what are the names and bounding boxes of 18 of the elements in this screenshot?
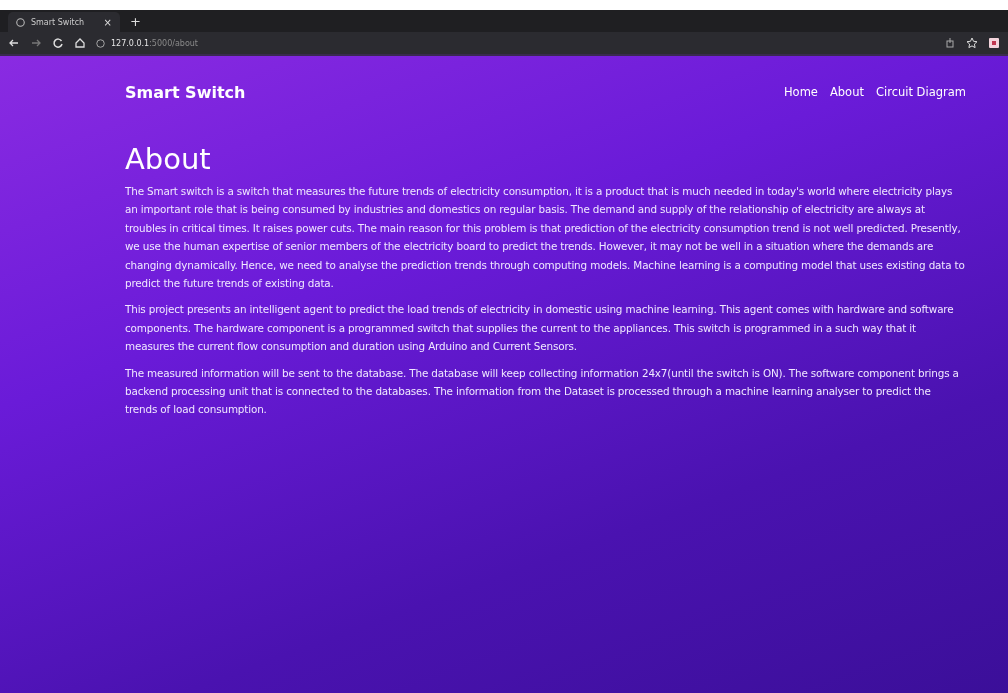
page-heading: About [125,142,212,176]
extension-icon[interactable] [988,37,1000,49]
paragraph: The Smart switch is a switch that measures the future trends of electricity consumption, it is a product that is much needed in today's world where electricity plays an important role that is being consumed by industries and domestics on regular basis. The demand and supply of the relationship of electricity are always at troubles in critical times. It raises power cuts. The main reason for this problem is that prediction of the electricity consumption trend is not well predicted. Presently, we use the human expertise of senior members of the electricity board to predict the trends. However, it may not be well in a situation where the demands are changing dynamically. Hence, we need to analyse the prediction trends through computing models. Machine learning is a computing model that uses existing data to predict the future trends of existing data. [125,184,966,292]
star-icon[interactable] [966,37,978,49]
paragraph: The measured information will be sent to the database. The database will keep collecting information 24x7(until the switch is ON). The software component brings a backend processing unit that is connected to the databases. The information from the Dataset is processed through a machine learning analyser to predict the trends of load consumption. [125,365,960,418]
home-icon[interactable] [74,37,86,49]
nav-link[interactable]: Circuit Diagram [875,85,966,99]
close-tab-button[interactable]: × [103,16,112,28]
brand-title[interactable]: Smart Switch [125,82,246,102]
reload-icon[interactable] [52,37,64,49]
back-icon[interactable] [8,37,20,49]
nav-link[interactable]: Home [783,85,818,99]
forward-icon[interactable] [30,37,42,49]
share-icon[interactable] [944,37,956,49]
paragraph: This project presents an intelligent agent to predict the load trends of electricity in domestic using machine learning. This agent comes with hardware and software components. The hardware component is a programmed switch that supplies the current to the appliances. This switch is programmed in a such way that it measures the current flow consumption and duration using Arduino and Current Sensors. [125,302,955,355]
nav-link[interactable]: About [829,85,864,99]
browser-tab[interactable]: Smart Switch × [8,12,120,32]
new-tab-button[interactable]: + [130,13,141,29]
